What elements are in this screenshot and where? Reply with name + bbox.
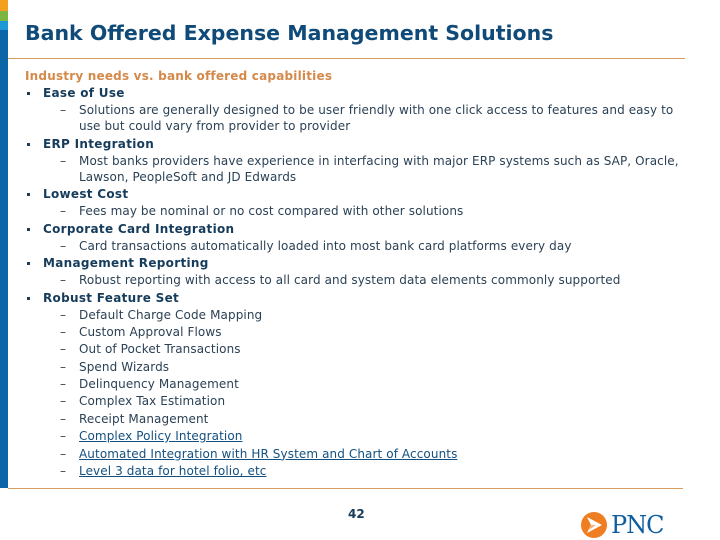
feature-item-link: – Level 3 data for hotel folio, etc: [25, 463, 705, 480]
section-heading-text: Robust Feature Set: [43, 290, 180, 305]
section-detail: – Fees may be nominal or no cost compare…: [25, 203, 705, 219]
section-heading: Lowest Cost: [25, 186, 705, 203]
feature-item: – Default Charge Code Mapping: [25, 307, 705, 324]
dash-icon: –: [60, 429, 67, 444]
footer-divider: [8, 488, 683, 489]
dash-icon: –: [60, 324, 67, 339]
detail-text: Card transactions automatically loaded i…: [79, 238, 572, 253]
feature-item-link: – Complex Policy Integration: [25, 428, 705, 445]
dash-icon: –: [60, 394, 67, 409]
feature-item: – Out of Pocket Transactions: [25, 341, 705, 358]
section-heading-text: Lowest Cost: [43, 187, 129, 201]
dash-icon: –: [60, 153, 67, 168]
feature-text: Spend Wizards: [79, 359, 170, 374]
feature-link[interactable]: Complex Policy Integration: [79, 429, 243, 443]
section-detail: – Card transactions automatically loaded…: [25, 238, 705, 254]
section-heading-text: ERP Integration: [43, 136, 155, 151]
section-detail: – Most banks providers have experience i…: [25, 153, 679, 185]
bullet-icon: [27, 142, 30, 146]
feature-item: – Complex Tax Estimation: [25, 393, 705, 410]
feature-list: – Default Charge Code Mapping – Custom A…: [25, 307, 705, 481]
feature-item: – Custom Approval Flows: [25, 324, 705, 341]
feature-text: Receipt Management: [79, 411, 209, 426]
detail-text: Fees may be nominal or no cost compared …: [79, 204, 464, 218]
bullet-icon: [27, 227, 30, 231]
feature-item: – Spend Wizards: [25, 359, 705, 376]
bullet-icon: [27, 193, 30, 196]
feature-text: Complex Tax Estimation: [79, 394, 226, 409]
feature-item: – Delinquency Management: [25, 376, 705, 393]
feature-text: Delinquency Management: [79, 377, 239, 392]
feature-link[interactable]: Automated Integration with HR System and…: [79, 447, 457, 461]
detail-text: Most banks providers have experience in …: [79, 153, 679, 184]
detail-text: Solutions are generally designed to be u…: [79, 103, 674, 133]
slide-title: Bank Offered Expense Management Solution…: [25, 21, 554, 45]
dash-icon: –: [60, 446, 67, 461]
section-heading-text: Ease of Use: [43, 86, 125, 100]
subheading: Industry needs vs. bank offered capabili…: [25, 69, 333, 83]
section-heading: Robust Feature Set: [25, 290, 705, 307]
section-heading: Corporate Card Integration: [25, 221, 705, 238]
dash-icon: –: [60, 411, 67, 426]
feature-item: – Receipt Management: [25, 411, 705, 428]
pnc-logo-text: PNC: [611, 511, 665, 539]
feature-link[interactable]: Level 3 data for hotel folio, etc: [79, 464, 266, 478]
dash-icon: –: [60, 204, 67, 218]
dash-icon: –: [60, 342, 67, 357]
title-divider: [8, 58, 685, 59]
sidebar-accent-blue: [0, 30, 8, 488]
section-heading: Management Reporting: [25, 255, 705, 272]
dash-icon: –: [60, 377, 67, 392]
bullet-icon: [27, 296, 30, 300]
sidebar-accent-green: [0, 11, 8, 21]
dash-icon: –: [60, 307, 67, 322]
section-heading-text: Corporate Card Integration: [43, 221, 235, 236]
section-heading-text: Management Reporting: [43, 256, 209, 270]
bullet-icon: [27, 92, 30, 95]
page-number: 42: [348, 507, 365, 521]
slide-body: Industry needs vs. bank offered capabili…: [25, 68, 705, 480]
sidebar-accent-orange: [0, 0, 8, 11]
sidebar-accent-light-blue: [0, 21, 8, 30]
section-detail: – Solutions are generally designed to be…: [25, 102, 691, 134]
dash-icon: –: [60, 238, 67, 253]
bullet-icon: [27, 262, 30, 265]
dash-icon: –: [60, 103, 67, 117]
dash-icon: –: [60, 359, 67, 374]
pnc-logo-icon: [581, 512, 607, 538]
feature-item-link: – Automated Integration with HR System a…: [25, 446, 705, 463]
feature-text: Default Charge Code Mapping: [79, 307, 263, 322]
pnc-logo: PNC: [580, 510, 690, 540]
feature-text: Out of Pocket Transactions: [79, 342, 241, 357]
section-heading: ERP Integration: [25, 136, 705, 153]
dash-icon: –: [60, 464, 67, 479]
dash-icon: –: [60, 273, 67, 287]
feature-text: Custom Approval Flows: [79, 324, 222, 339]
section-detail: – Robust reporting with access to all ca…: [25, 272, 705, 288]
detail-text: Robust reporting with access to all card…: [79, 273, 621, 287]
section-heading: Ease of Use: [25, 85, 705, 102]
